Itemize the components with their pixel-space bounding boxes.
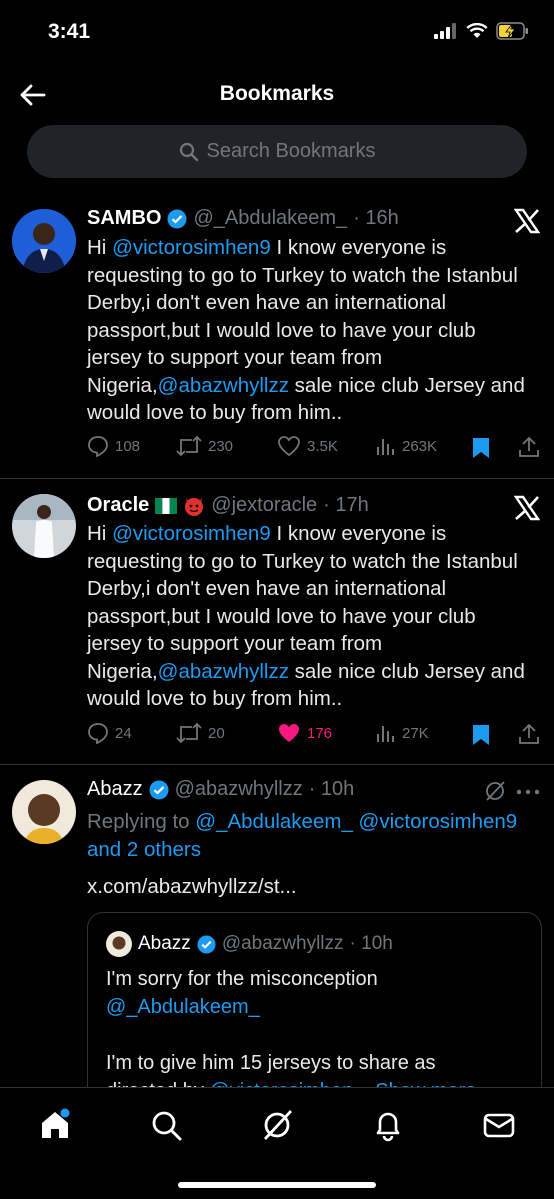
wifi-icon [466, 23, 488, 38]
avatar[interactable] [12, 494, 76, 558]
search-placeholder: Search Bookmarks [206, 140, 376, 162]
verified-badge-icon [197, 934, 216, 954]
tweet-text: Hi @victorosimhen9 I know everyone is re… [87, 522, 525, 710]
author-handle[interactable]: @_Abdulakeem_ [193, 207, 347, 230]
share-icon[interactable] [518, 436, 540, 458]
quoted-tweet[interactable]: Abazz @abazwhyllzz · 10h I'm sorry for t… [87, 912, 542, 1112]
tweet-actions: 24 20 176 27K [87, 722, 539, 750]
status-bar: 3:41 [0, 0, 554, 64]
retweet-count: 230 [208, 437, 234, 455]
reply-count: 108 [115, 437, 141, 455]
verified-badge-icon [149, 780, 169, 799]
like-count: 176 [307, 724, 333, 742]
mention-link[interactable]: @abazwhyllzz [158, 660, 289, 683]
tweet-header: SAMBO @_Abdulakeem_ · 16h [87, 207, 494, 230]
avatar[interactable] [12, 780, 76, 844]
tweet-text: Hi @victorosimhen9 I know everyone is re… [87, 236, 525, 424]
heart-icon [278, 436, 300, 457]
page-title: Bookmarks [219, 82, 335, 105]
quoted-tweet-header: Abazz @abazwhyllzz · 10h [106, 931, 393, 957]
heart-filled-icon [279, 724, 299, 742]
x-logo-icon [514, 495, 540, 521]
status-time: 3:41 [48, 20, 91, 43]
author-name[interactable]: Abazz [87, 778, 143, 801]
mention-link[interactable]: @victorosimhen9 [112, 236, 271, 259]
views-button[interactable]: 27K [376, 722, 429, 744]
search-bookmarks-input[interactable]: Search Bookmarks [27, 125, 527, 178]
retweet-button[interactable]: 20 [176, 722, 225, 744]
avatar[interactable] [12, 209, 76, 273]
author-handle[interactable]: @jextoracle [211, 494, 317, 517]
mention-link[interactable]: @victorosimhen9 [112, 522, 271, 545]
signal-icon [434, 23, 456, 39]
views-icon [377, 439, 394, 455]
quoted-tweet-time: · 10h [349, 933, 393, 954]
tweet-time: · 17h [323, 494, 369, 516]
views-count: 27K [402, 724, 429, 742]
like-button[interactable]: 3.5K [277, 435, 338, 457]
tweet-link[interactable]: x.com/abazwhyllzz/st... [87, 873, 534, 901]
tweet[interactable]: Oracle @jextoracle · 17h Hi @victorosimh… [0, 479, 554, 765]
share-icon[interactable] [518, 723, 540, 745]
reply-icon [88, 723, 108, 744]
bookmark-filled-icon[interactable] [472, 724, 490, 746]
messages-envelope-icon[interactable] [482, 1108, 516, 1142]
like-count: 3.5K [307, 437, 338, 455]
search-icon [179, 142, 198, 161]
notifications-bell-icon[interactable] [371, 1108, 405, 1142]
retweet-icon [176, 722, 202, 744]
tweet-time: · 10h [308, 778, 355, 800]
views-button[interactable]: 263K [376, 435, 437, 457]
retweet-button[interactable]: 230 [176, 435, 233, 457]
avatar [106, 931, 132, 957]
status-icons [434, 22, 530, 40]
reply-button[interactable]: 24 [87, 722, 132, 744]
devil-face-icon [185, 497, 204, 516]
views-count: 263K [402, 437, 438, 455]
retweet-count: 20 [208, 724, 225, 742]
grok-icon[interactable] [484, 780, 506, 802]
quoted-tweet-text: I'm sorry for the misconception @_Abdula… [106, 965, 527, 1105]
home-indicator [178, 1182, 376, 1188]
author-handle[interactable]: @abazwhyllzz [175, 778, 303, 801]
author-name[interactable]: Oracle [87, 494, 149, 517]
grok-icon[interactable] [260, 1108, 294, 1142]
quoted-author-handle: @abazwhyllzz [221, 933, 344, 954]
more-options-icon[interactable] [516, 789, 540, 795]
x-logo-icon [514, 208, 540, 234]
bookmark-filled-icon[interactable] [472, 437, 490, 459]
quoted-author-name: Abazz [138, 933, 191, 954]
mention-link[interactable]: @_Abdulakeem_ [106, 993, 527, 1021]
home-icon[interactable] [38, 1108, 72, 1142]
reply-count: 24 [115, 724, 132, 742]
replying-to: Replying to @_Abdulakeem_ @victorosimhen… [87, 810, 518, 861]
tweet-header: Abazz @abazwhyllzz · 10h [87, 778, 494, 801]
nigeria-flag-icon [155, 497, 178, 514]
views-icon [377, 726, 394, 742]
page-header: Bookmarks [0, 70, 554, 120]
retweet-icon [176, 435, 202, 457]
reply-icon [88, 436, 108, 457]
verified-badge-icon [167, 209, 187, 228]
tweet-actions: 108 230 3.5K 263K [87, 435, 539, 463]
battery-charging-icon [496, 22, 528, 40]
search-icon[interactable] [149, 1108, 183, 1142]
author-name[interactable]: SAMBO [87, 207, 161, 230]
tweet-header: Oracle @jextoracle · 17h [87, 494, 494, 517]
mention-link[interactable]: @abazwhyllzz [158, 374, 289, 397]
tweet[interactable]: SAMBO @_Abdulakeem_ · 16h Hi @victorosim… [0, 196, 554, 479]
reply-button[interactable]: 108 [87, 435, 140, 457]
like-button[interactable]: 176 [277, 722, 332, 744]
tweet-time: · 16h [353, 207, 399, 229]
